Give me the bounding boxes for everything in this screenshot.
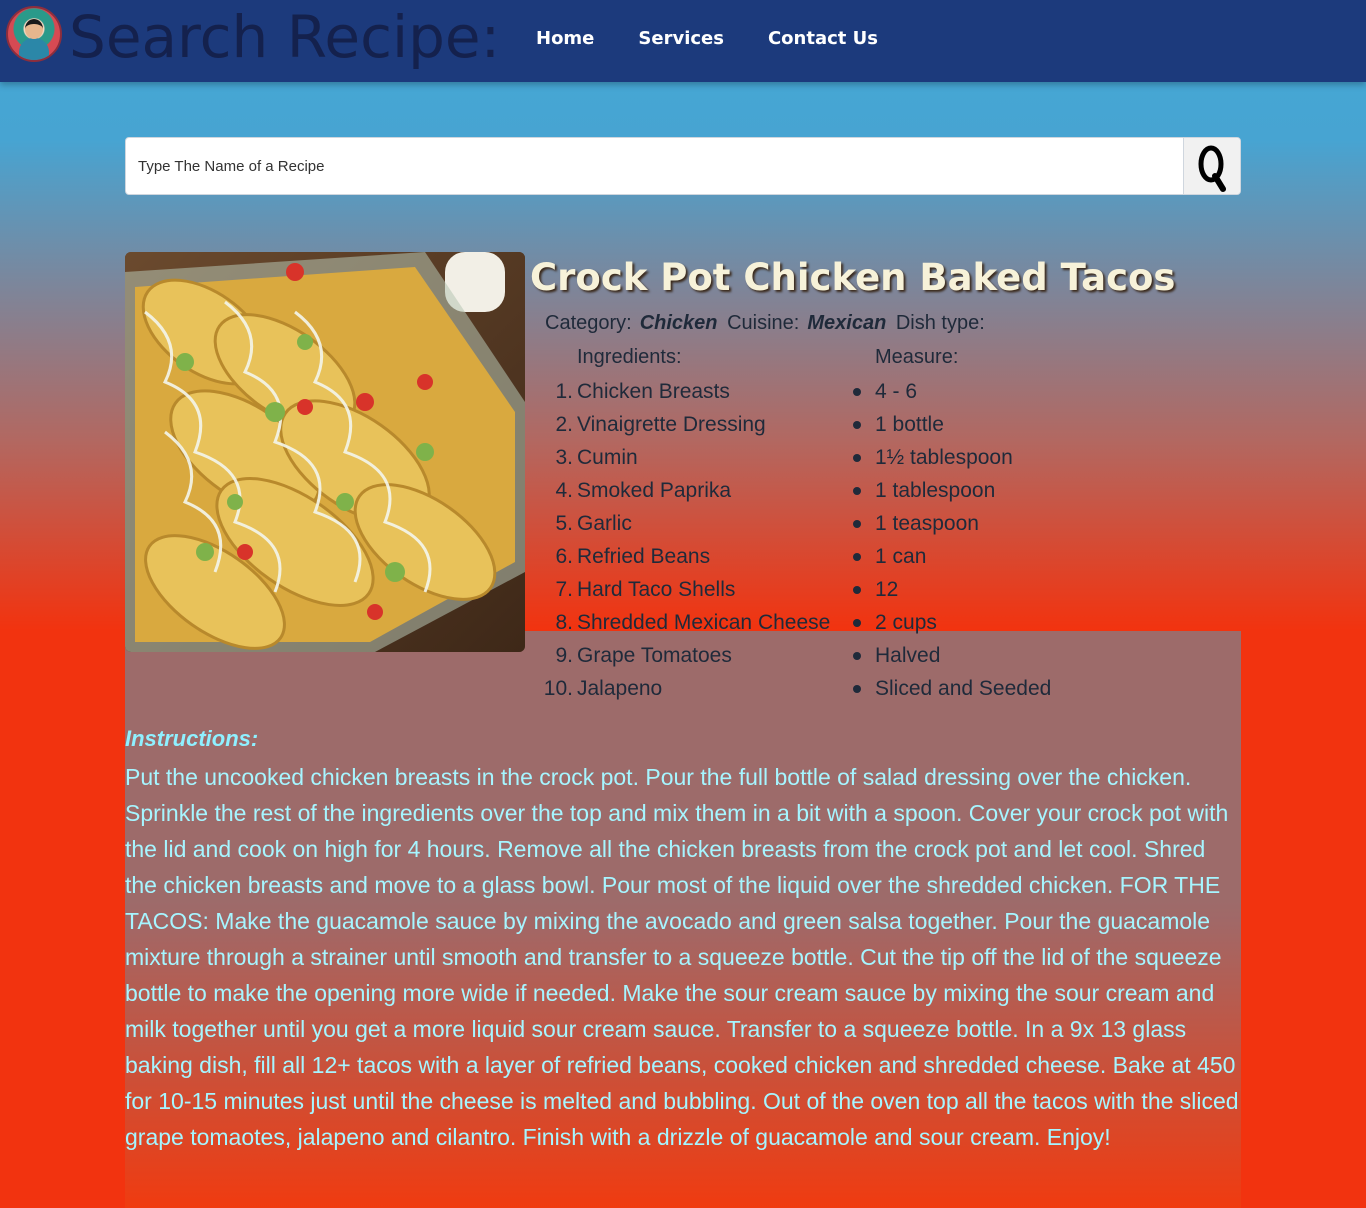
ingredient-item: 5. Garlic bbox=[555, 512, 632, 535]
ingredient-name: Cumin bbox=[577, 446, 638, 469]
app-title: Search Recipe: bbox=[69, 3, 501, 71]
ingredient-item: 9. Grape Tomatoes bbox=[555, 644, 732, 667]
recipe-meta: Category: Chicken Cuisine: Mexican Dish ty… bbox=[545, 312, 993, 335]
measure-item: 1 tablespoon bbox=[852, 477, 1051, 510]
ingredient-item: 1. Chicken Breasts bbox=[555, 380, 730, 403]
search-input[interactable] bbox=[126, 138, 1184, 194]
measure-item: Sliced and Seeded bbox=[852, 675, 1051, 708]
avatar-face bbox=[25, 19, 43, 39]
ingredient-item: 7. Hard Taco Shells bbox=[555, 578, 736, 601]
ingredient-name: Jalapeno bbox=[577, 677, 663, 700]
ingredient-name: Vinaigrette Dressing bbox=[577, 413, 766, 436]
avatar bbox=[6, 6, 62, 62]
ingredient-item: 10. Jalapeno bbox=[543, 677, 663, 700]
ingredient-name: Smoked Paprika bbox=[577, 479, 732, 502]
dish-type-label: Dish type: bbox=[895, 312, 985, 334]
nav-contact-link[interactable]: Contact Us bbox=[768, 28, 878, 49]
ingredients-heading: Ingredients: bbox=[577, 346, 682, 368]
search-icon bbox=[1198, 145, 1226, 192]
instructions-heading: Instructions: bbox=[125, 726, 259, 751]
nav-services-link[interactable]: Services bbox=[638, 28, 724, 49]
ingredient-name: Grape Tomatoes bbox=[577, 644, 732, 667]
nav-home-link[interactable]: Home bbox=[536, 28, 594, 49]
measure-item: 2 cups bbox=[852, 609, 1051, 642]
measure-item: Halved bbox=[852, 642, 1051, 675]
measure-item: 1 bottle bbox=[852, 411, 1051, 444]
measure-item: 12 bbox=[852, 576, 1051, 609]
avatar-body bbox=[19, 38, 49, 60]
measure-heading: Measure: bbox=[875, 346, 959, 368]
cuisine-label: Cuisine: bbox=[727, 312, 800, 334]
search-bar bbox=[125, 137, 1241, 195]
ingredient-item: 4. Smoked Paprika bbox=[555, 479, 732, 502]
ingredient-item: 8. Shredded Mexican Cheese bbox=[555, 611, 831, 634]
ingredient-name: Refried Beans bbox=[577, 545, 711, 568]
ingredient-item: 6. Refried Beans bbox=[555, 545, 711, 568]
measure-item: 1½ tablespoon bbox=[852, 444, 1051, 477]
ingredient-name: Hard Taco Shells bbox=[577, 578, 736, 601]
recipe-image bbox=[125, 252, 525, 652]
top-navbar: Search Recipe: Home Services Contact Us bbox=[0, 0, 1366, 82]
recipe-title: Crock Pot Chicken Baked Tacos bbox=[530, 256, 1176, 299]
ingredient-name: Shredded Mexican Cheese bbox=[577, 611, 831, 634]
cuisine-value: Mexican bbox=[807, 312, 887, 334]
ingredient-name: Garlic bbox=[577, 512, 632, 535]
category-value: Chicken bbox=[639, 312, 718, 334]
search-button[interactable] bbox=[1183, 138, 1240, 194]
measure-item: 1 teaspoon bbox=[852, 510, 1051, 543]
category-label: Category: bbox=[545, 312, 632, 334]
measure-item: 4 - 6 bbox=[852, 378, 1051, 411]
ingredient-item: 2. Vinaigrette Dressing bbox=[555, 413, 766, 436]
measures-list: 4 - 6 1 bottle 1½ tablespoon 1 tablespoo… bbox=[852, 378, 1051, 708]
ingredient-name: Chicken Breasts bbox=[577, 380, 730, 403]
ingredient-item: 3. Cumin bbox=[555, 446, 638, 469]
ingredients-list: 1. Chicken Breasts 2. Vinaigrette Dressing… bbox=[543, 378, 831, 708]
instructions-text: Put the uncooked chicken breasts in the … bbox=[125, 764, 1239, 1150]
main-nav: Home Services Contact Us bbox=[536, 28, 878, 49]
tacos-photo bbox=[125, 252, 525, 652]
measure-item: 1 can bbox=[852, 543, 1051, 576]
